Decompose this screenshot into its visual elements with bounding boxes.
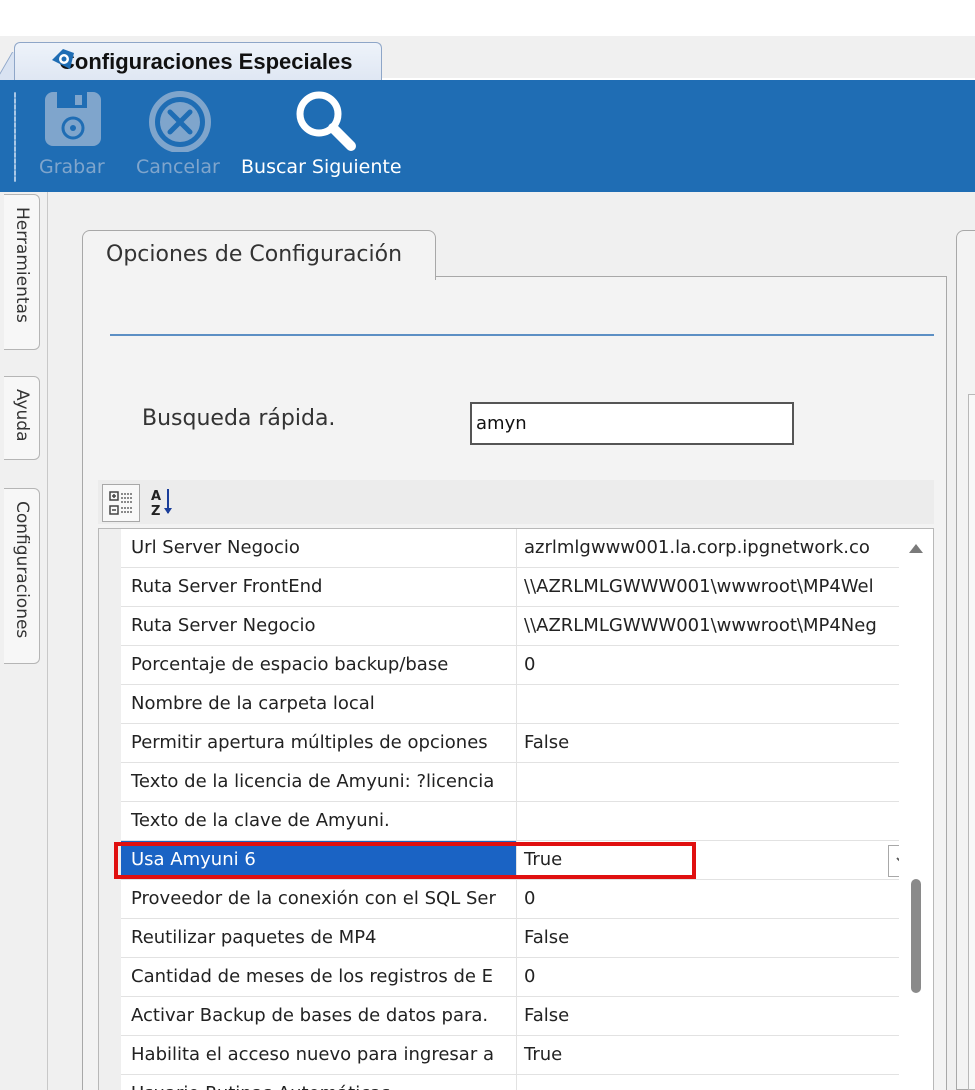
scroll-thumb[interactable] bbox=[911, 879, 921, 993]
side-tab-label: Herramientas bbox=[12, 207, 32, 323]
property-name: Ruta Server Negocio bbox=[121, 607, 517, 645]
property-name: Texto de la clave de Amyuni. bbox=[121, 802, 517, 840]
property-value[interactable] bbox=[518, 763, 898, 801]
property-row[interactable]: Proveedor de la conexión con el SQL Ser 0 bbox=[121, 880, 899, 919]
top-margin bbox=[0, 0, 975, 36]
svg-text:A: A bbox=[151, 489, 161, 504]
property-row[interactable]: Cantidad de meses de los registros de E0 bbox=[121, 958, 899, 997]
property-name: Reutilizar paquetes de MP4 bbox=[121, 919, 517, 957]
section-divider bbox=[110, 334, 934, 336]
property-name: Activar Backup de bases de datos para. bbox=[121, 997, 517, 1035]
find-next-button-label: Buscar Siguiente bbox=[241, 156, 402, 178]
property-value[interactable]: 0 bbox=[518, 880, 898, 918]
highlight-box bbox=[114, 842, 696, 879]
right-panel-content bbox=[968, 394, 975, 1090]
panel-tab-title: Opciones de Configuración bbox=[106, 242, 403, 267]
property-name: Cantidad de meses de los registros de E bbox=[121, 958, 517, 996]
floppy-disk-icon bbox=[45, 92, 101, 146]
property-name: Habilita el acceso nuevo para ingresar a bbox=[121, 1036, 517, 1074]
property-row[interactable]: Ruta Server FrontEnd \\AZRLMLGWWW001\wwwr… bbox=[121, 568, 899, 607]
quick-search-label: Busqueda rápida. bbox=[142, 406, 336, 431]
property-name: Texto de la licencia de Amyuni: ?licenci… bbox=[121, 763, 517, 801]
categorized-view-button[interactable] bbox=[102, 484, 140, 522]
property-row[interactable]: Activar Backup de bases de datos para. Fa… bbox=[121, 997, 899, 1036]
magnifier-icon bbox=[296, 91, 356, 151]
property-name: Ruta Server FrontEnd bbox=[121, 568, 517, 606]
property-row[interactable]: Habilita el acceso nuevo para ingresar a… bbox=[121, 1036, 899, 1075]
property-name: Usuario Rutinas Automáticas bbox=[121, 1075, 517, 1090]
property-value[interactable] bbox=[518, 802, 898, 840]
property-value[interactable]: True bbox=[518, 1036, 898, 1074]
property-row[interactable]: Usuario Rutinas Automáticas bbox=[121, 1075, 899, 1090]
property-row[interactable]: Texto de la clave de Amyuni. bbox=[121, 802, 899, 841]
scroll-up-arrow-icon[interactable] bbox=[905, 539, 927, 557]
property-value[interactable]: \\AZRLMLGWWW001\wwwroot\MP4Wel bbox=[518, 568, 898, 606]
save-button-label: Grabar bbox=[39, 156, 105, 178]
side-tab-configuraciones[interactable]: Configuraciones bbox=[4, 488, 40, 664]
panel-tab-join bbox=[83, 275, 435, 278]
quick-search-input[interactable] bbox=[470, 402, 794, 445]
property-row[interactable]: Url Server Negocio azrlmlgwww001.la.corp.… bbox=[121, 529, 899, 568]
property-grid-toolbar bbox=[98, 480, 934, 524]
app-logo-icon bbox=[52, 49, 74, 69]
property-value[interactable]: 0 bbox=[518, 958, 898, 996]
alphabetical-sort-button[interactable]: A Z bbox=[144, 484, 182, 522]
property-row[interactable]: Nombre de la carpeta local bbox=[121, 685, 899, 724]
property-value[interactable]: False bbox=[518, 919, 898, 957]
property-name: Url Server Negocio bbox=[121, 529, 517, 567]
document-tab-title: Configuraciones Especiales bbox=[59, 48, 353, 74]
side-tab-label: Configuraciones bbox=[12, 501, 32, 639]
property-grid: Url Server Negocio azrlmlgwww001.la.corp.… bbox=[98, 528, 934, 1090]
ribbon-grip[interactable] bbox=[14, 92, 16, 182]
property-name: Permitir apertura múltiples de opciones bbox=[121, 724, 517, 762]
property-name: Proveedor de la conexión con el SQL Ser bbox=[121, 880, 517, 918]
grid-gutter bbox=[99, 529, 121, 1090]
property-row[interactable]: Permitir apertura múltiples de opciones F… bbox=[121, 724, 899, 763]
cancel-circle-icon bbox=[149, 91, 211, 152]
cancel-button-label: Cancelar bbox=[136, 156, 220, 178]
side-tab-herramientas[interactable]: Herramientas bbox=[4, 194, 40, 350]
property-value[interactable] bbox=[518, 685, 898, 723]
svg-text:Z: Z bbox=[151, 504, 160, 519]
vertical-scrollbar[interactable] bbox=[899, 529, 933, 1090]
property-name: Nombre de la carpeta local bbox=[121, 685, 517, 723]
property-name: Porcentaje de espacio backup/base bbox=[121, 646, 517, 684]
property-row[interactable]: Porcentaje de espacio backup/base 0 bbox=[121, 646, 899, 685]
property-value[interactable]: 0 bbox=[518, 646, 898, 684]
property-row[interactable]: Ruta Server Negocio \\AZRLMLGWWW001\wwwro… bbox=[121, 607, 899, 646]
property-row[interactable]: Texto de la licencia de Amyuni: ?licenci… bbox=[121, 763, 899, 802]
property-value[interactable]: azrlmlgwww001.la.corp.ipgnetwork.co bbox=[518, 529, 898, 567]
side-tab-label: Ayuda bbox=[12, 389, 32, 442]
property-row[interactable]: Reutilizar paquetes de MP4 False bbox=[121, 919, 899, 958]
property-value[interactable]: False bbox=[518, 724, 898, 762]
side-tab-ayuda[interactable]: Ayuda bbox=[4, 376, 40, 460]
sort-az-icon: A Z bbox=[151, 489, 172, 519]
property-value[interactable]: False bbox=[518, 997, 898, 1035]
property-value[interactable] bbox=[518, 1075, 898, 1090]
property-value[interactable]: \\AZRLMLGWWW001\wwwroot\MP4Neg bbox=[518, 607, 898, 645]
categorized-view-icon bbox=[109, 491, 132, 515]
